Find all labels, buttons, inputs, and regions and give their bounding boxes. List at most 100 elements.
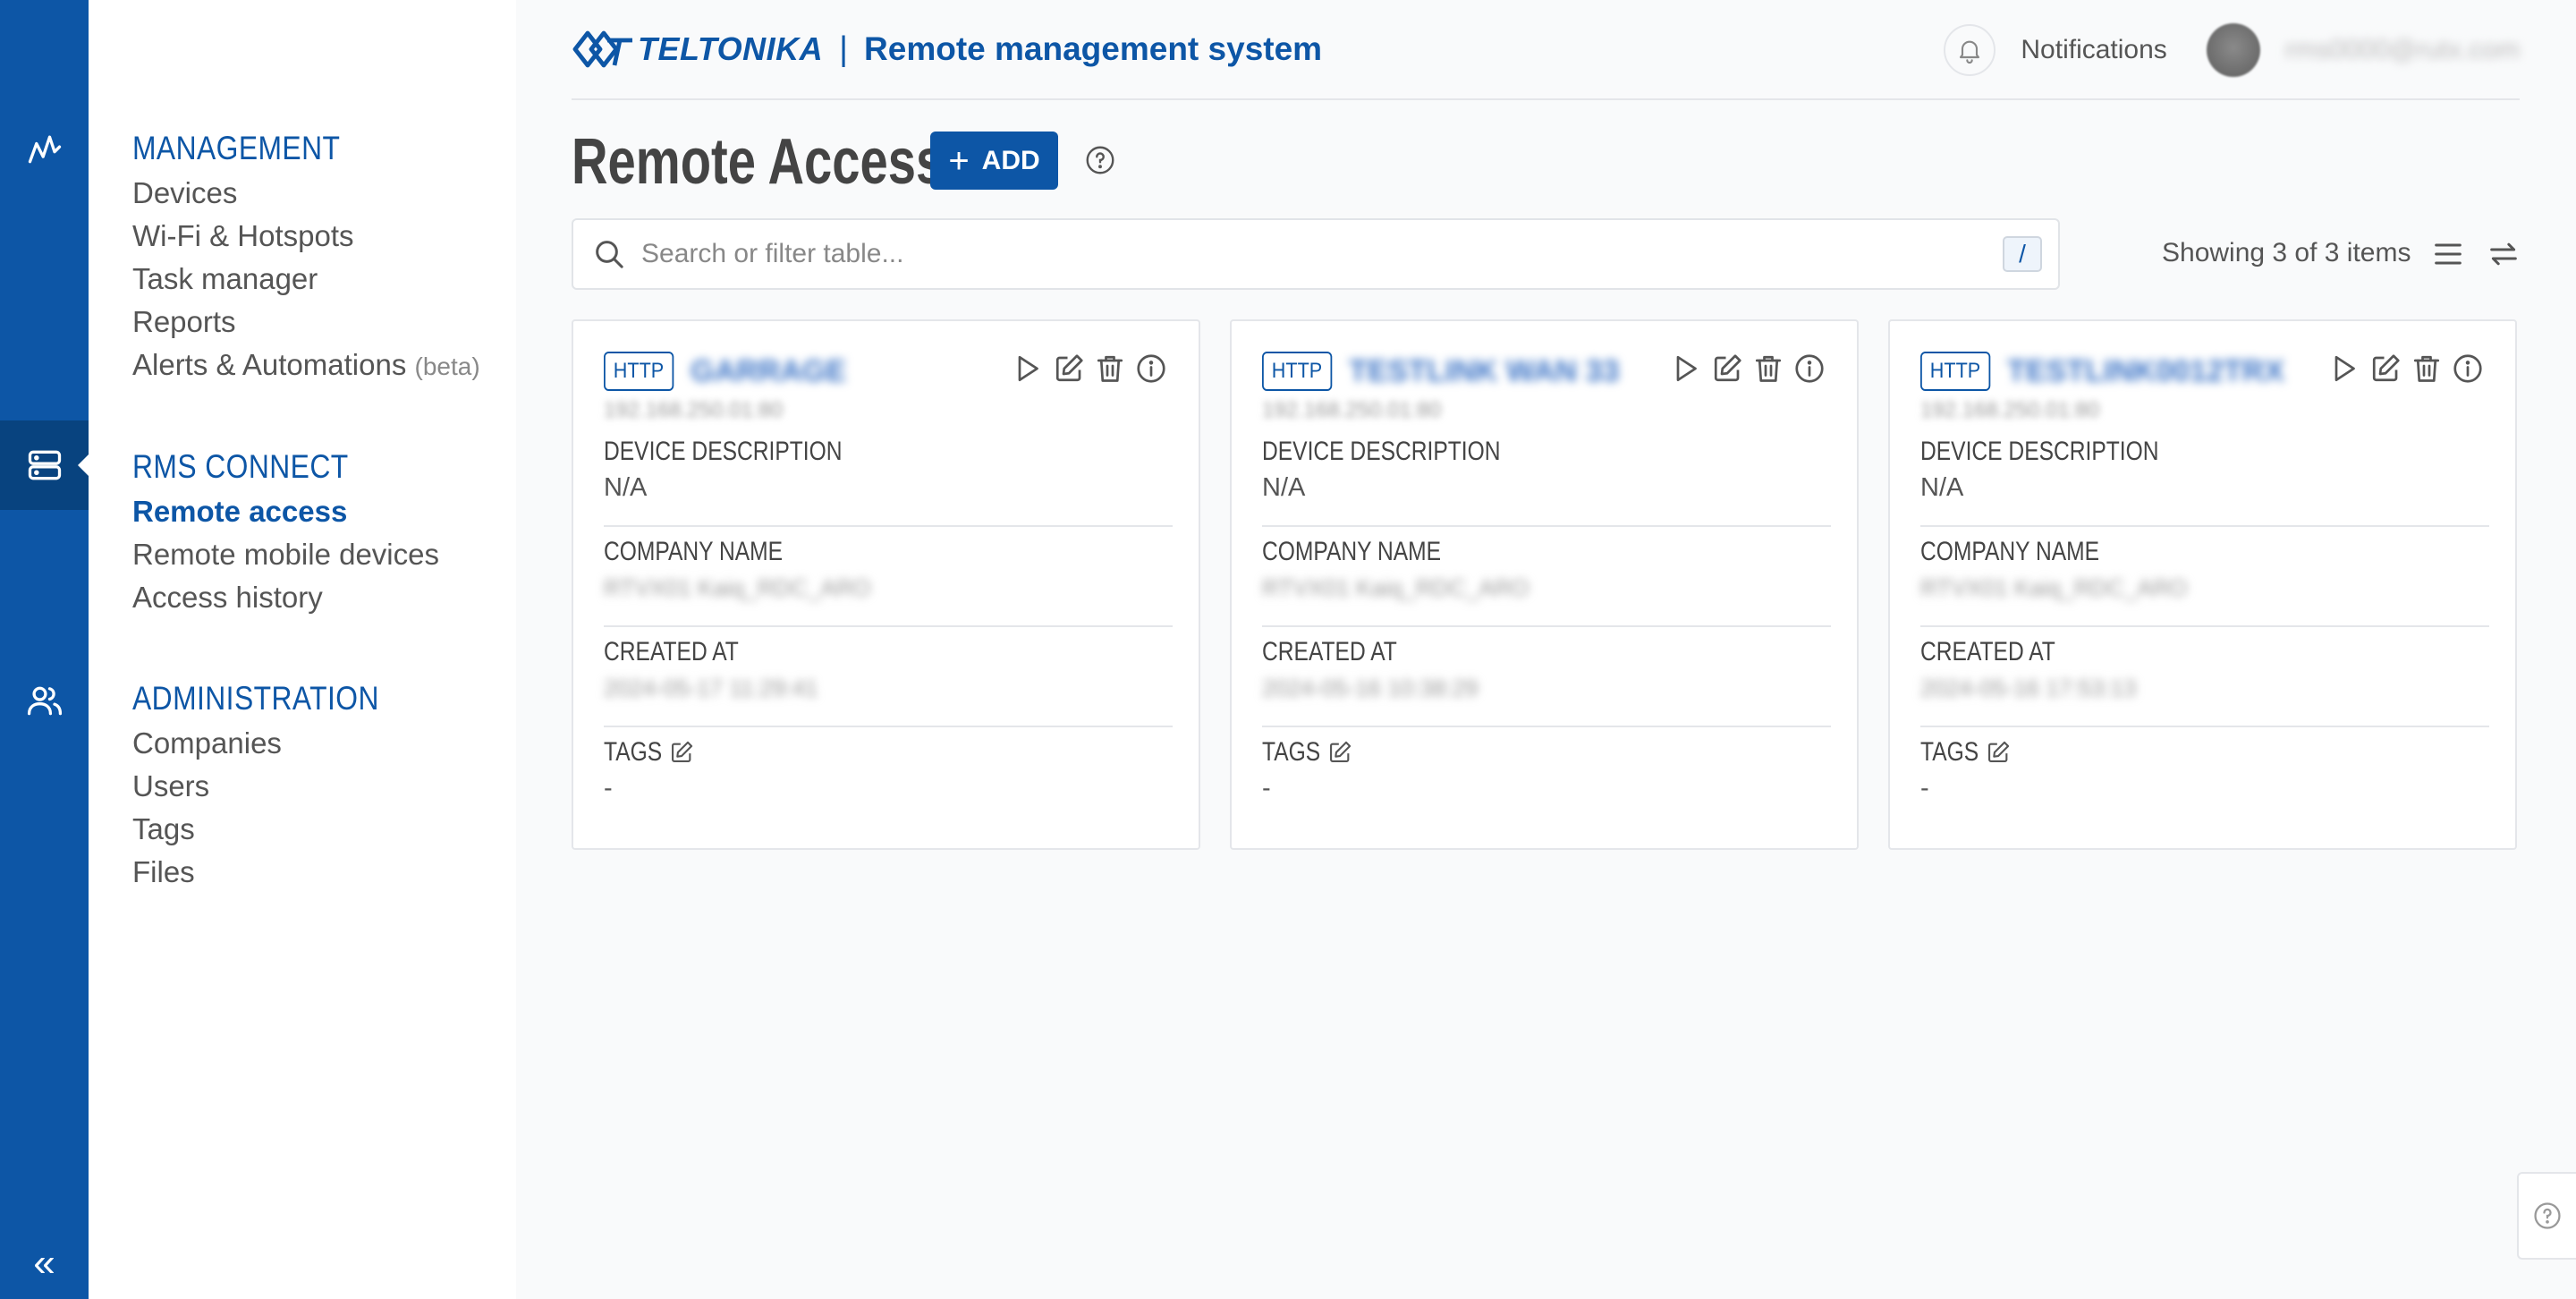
- field-description: DEVICE DESCRIPTION N/A: [1262, 427, 1831, 527]
- delete-button[interactable]: [2410, 352, 2444, 386]
- play-icon: [1018, 355, 1038, 382]
- nav-item-companies[interactable]: Companies: [132, 722, 419, 765]
- nav-item-files[interactable]: Files: [132, 851, 419, 894]
- app-title: Remote management system: [864, 30, 1323, 67]
- bell-icon: [1960, 40, 1980, 64]
- swap-arrows-icon[interactable]: [2486, 236, 2521, 272]
- field-value: 2024-05-17 11:29:41: [604, 675, 818, 701]
- edit-icon: [2372, 354, 2400, 382]
- rail-item-management[interactable]: [0, 104, 89, 193]
- teltonika-logo-icon: [572, 30, 632, 68]
- notifications-button[interactable]: [1944, 24, 1996, 76]
- field-value: -: [1262, 774, 1271, 802]
- field-created-at: CREATED AT 2024-05-17 11:29:41: [604, 627, 1173, 727]
- add-button[interactable]: + ADD: [930, 132, 1058, 190]
- nav-section-rms-connect: RMS CONNECT Remote access Remote mobile …: [132, 444, 439, 619]
- beta-badge: (beta): [414, 352, 480, 380]
- trash-icon: [2413, 355, 2440, 382]
- add-button-label: ADD: [981, 145, 1040, 175]
- rail-item-rms-connect[interactable]: [0, 420, 89, 510]
- server-icon: [28, 450, 61, 480]
- field-label: DEVICE DESCRIPTION: [1262, 437, 1501, 466]
- field-label: CREATED AT: [1920, 637, 2055, 666]
- nav-item-remote-mobile-devices[interactable]: Remote mobile devices: [132, 533, 439, 576]
- field-created-at: CREATED AT 2024-05-16 10:38:29: [1262, 627, 1831, 727]
- field-tags: TAGS -: [604, 727, 1173, 828]
- device-name-link[interactable]: TESTLINK0012TRX: [2007, 354, 2284, 389]
- nav-section-administration: ADMINISTRATION Companies Users Tags File…: [132, 675, 419, 894]
- protocol-badge: HTTP: [1920, 352, 1991, 391]
- list-view-icon[interactable]: [2430, 236, 2466, 272]
- device-address: 192.168.250.01:80: [604, 398, 784, 422]
- nav-item-tags[interactable]: Tags: [132, 808, 419, 851]
- edit-button[interactable]: [2368, 352, 2402, 386]
- search-input[interactable]: [641, 239, 2003, 269]
- avatar[interactable]: [2206, 23, 2260, 77]
- delete-button[interactable]: [1093, 352, 1127, 386]
- protocol-badge: HTTP: [604, 352, 674, 391]
- nav-item-remote-access[interactable]: Remote access: [132, 490, 439, 533]
- users-icon: [27, 686, 62, 716]
- field-value: N/A: [1262, 473, 1306, 502]
- field-description: DEVICE DESCRIPTION N/A: [604, 427, 1173, 527]
- device-address: 192.168.250.01:80: [1920, 398, 2100, 422]
- item-count: Showing 3 of 3 items: [2162, 238, 2411, 267]
- main-content: TELTONIKA | Remote management system Not…: [516, 0, 2576, 1299]
- activity-icon: [28, 135, 61, 164]
- field-label: COMPANY NAME: [604, 537, 784, 566]
- connect-button[interactable]: [1011, 352, 1045, 386]
- trash-icon: [1097, 355, 1123, 382]
- info-button[interactable]: [2451, 352, 2485, 386]
- brand-name: TELTONIKA: [638, 30, 824, 67]
- search-shortcut-hint: /: [2003, 236, 2042, 272]
- brand[interactable]: TELTONIKA: [572, 24, 823, 74]
- field-label: CREATED AT: [1262, 637, 1397, 666]
- device-card: HTTP GARRAGE 192.168.250.01:80 DEVICE DE…: [572, 319, 1200, 850]
- info-button[interactable]: [1134, 352, 1168, 386]
- nav-item-devices[interactable]: Devices: [132, 172, 480, 215]
- field-company: COMPANY NAME RTVX01 Kaiq_RDC_ARO: [1262, 527, 1831, 627]
- field-created-at: CREATED AT 2024-05-16 17:53:13: [1920, 627, 2489, 727]
- nav-item-users[interactable]: Users: [132, 765, 419, 808]
- nav-item-task-manager[interactable]: Task manager: [132, 258, 480, 301]
- field-label: CREATED AT: [604, 637, 739, 666]
- floating-help-button[interactable]: [2517, 1172, 2576, 1260]
- delete-button[interactable]: [1751, 352, 1785, 386]
- help-icon: [2534, 1202, 2561, 1229]
- field-tags: TAGS -: [1262, 727, 1831, 828]
- field-value: N/A: [604, 473, 648, 502]
- card-actions: [1004, 352, 1168, 386]
- info-icon: [1137, 354, 1165, 383]
- nav-heading-administration: ADMINISTRATION: [132, 680, 379, 717]
- nav-item-reports[interactable]: Reports: [132, 301, 480, 344]
- edit-tags-icon[interactable]: [1986, 740, 2011, 765]
- collapse-sidebar-button[interactable]: «: [0, 1236, 89, 1290]
- connect-button[interactable]: [1669, 352, 1703, 386]
- edit-tags-icon[interactable]: [1327, 740, 1352, 765]
- card-grid: HTTP GARRAGE 192.168.250.01:80 DEVICE DE…: [572, 319, 2520, 850]
- edit-button[interactable]: [1710, 352, 1744, 386]
- card-actions: [1662, 352, 1826, 386]
- field-value: -: [604, 774, 613, 802]
- protocol-badge: HTTP: [1262, 352, 1333, 391]
- nav-item-wifi-hotspots[interactable]: Wi-Fi & Hotspots: [132, 215, 480, 258]
- nav-item-access-history[interactable]: Access history: [132, 576, 439, 619]
- user-email[interactable]: rms0000@rutx.com: [2285, 35, 2520, 65]
- device-name-link[interactable]: TESTLINK WAN 33: [1349, 354, 1619, 389]
- edit-button[interactable]: [1052, 352, 1086, 386]
- field-company: COMPANY NAME RTVX01 Kaiq_RDC_ARO: [604, 527, 1173, 627]
- notifications-label[interactable]: Notifications: [2021, 35, 2166, 65]
- field-company: COMPANY NAME RTVX01 Kaiq_RDC_ARO: [1920, 527, 2489, 627]
- play-icon: [2334, 355, 2355, 382]
- info-icon: [1795, 354, 1824, 383]
- edit-tags-icon[interactable]: [669, 740, 694, 765]
- device-name-link[interactable]: GARRAGE: [691, 354, 846, 389]
- connect-button[interactable]: [2327, 352, 2361, 386]
- help-icon[interactable]: [1084, 144, 1116, 176]
- info-button[interactable]: [1792, 352, 1826, 386]
- nav-item-alerts-label: Alerts & Automations: [132, 348, 407, 381]
- field-label: TAGS: [604, 737, 663, 767]
- field-label: DEVICE DESCRIPTION: [1920, 437, 2159, 466]
- nav-item-alerts-automations[interactable]: Alerts & Automations (beta): [132, 344, 480, 386]
- rail-item-administration[interactable]: [0, 656, 89, 745]
